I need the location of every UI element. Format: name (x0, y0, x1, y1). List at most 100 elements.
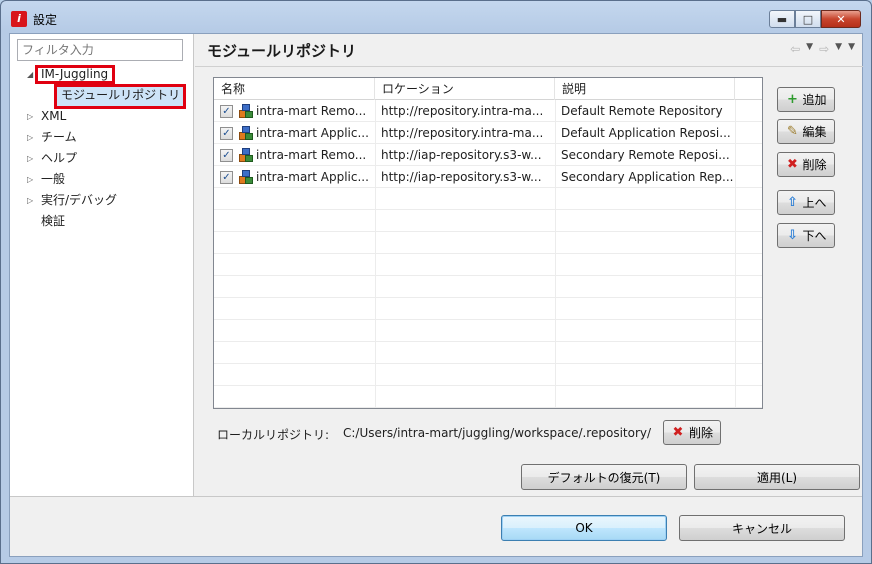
repository-name: intra-mart Remo... (256, 104, 367, 118)
tree-item-module-repository[interactable]: モジュールリポジトリ (10, 84, 194, 109)
tree-item-label: IM-Juggling (41, 67, 109, 81)
page-navigation: ⇦ ▼ ⇨ ▼ ▼ (790, 42, 855, 56)
tree-item-validation[interactable]: 検証 (10, 211, 194, 232)
expand-arrow-icon[interactable]: ◢ (27, 64, 33, 85)
repository-location: http://iap-repository.s3-w... (381, 148, 542, 162)
tree-item-label: 一般 (41, 172, 66, 186)
empty-row (214, 320, 762, 342)
forward-dropdown-icon[interactable]: ▼ (835, 42, 842, 56)
local-repository-label: ローカルリポジトリ: (217, 428, 330, 442)
title-separator (195, 66, 863, 67)
repository-table[interactable]: 名称 ロケーション 説明 ✓ intra-mart Remo... http:/… (213, 77, 763, 409)
forward-arrow-icon[interactable]: ⇨ (819, 42, 829, 56)
delete-local-repository-button[interactable]: ✖ 削除 (663, 420, 721, 445)
empty-row (214, 210, 762, 232)
preference-tree: ◢ IM-Juggling モジュールリポジトリ ▷ XML ▷ チーム ▷ ヘ… (10, 64, 194, 232)
empty-row (214, 386, 762, 408)
page-title: モジュールリポジトリ (207, 42, 356, 60)
window-controls: ▬ □ ✕ (769, 10, 861, 28)
button-bar-separator (10, 496, 862, 497)
add-button[interactable]: + 追加 (777, 87, 835, 112)
tree-item-label: チーム (41, 130, 77, 144)
restore-defaults-button[interactable]: デフォルトの復元(T) (521, 464, 687, 490)
empty-row (214, 232, 762, 254)
tree-item-label: XML (41, 109, 67, 123)
tree-item-help[interactable]: ▷ ヘルプ (10, 148, 194, 169)
local-repository-path: C:/Users/intra-mart/juggling/workspace/.… (343, 426, 652, 440)
tree-item-xml[interactable]: ▷ XML (10, 106, 194, 127)
tree-item-label: 検証 (41, 214, 66, 228)
title-bar[interactable]: i 設定 ▬ □ ✕ (1, 1, 871, 35)
window-title: 設定 (33, 13, 58, 27)
delete-button[interactable]: ✖ 削除 (777, 152, 835, 177)
column-header-location[interactable]: ロケーション (375, 78, 555, 100)
maximize-button[interactable]: □ (795, 10, 821, 28)
repository-name: intra-mart Remo... (256, 148, 367, 162)
delete-label: 削除 (688, 426, 713, 440)
x-icon: ✖ (672, 424, 684, 440)
tree-item-im-juggling[interactable]: ◢ IM-Juggling (10, 64, 194, 85)
collapse-arrow-icon[interactable]: ▷ (27, 148, 33, 169)
repository-location: http://iap-repository.s3-w... (381, 170, 542, 184)
repository-description: Default Application Reposi... (561, 126, 731, 140)
empty-row (214, 364, 762, 386)
collapse-arrow-icon[interactable]: ▷ (27, 127, 33, 148)
column-header-description[interactable]: 説明 (555, 78, 735, 100)
tree-item-general[interactable]: ▷ 一般 (10, 169, 194, 190)
add-label: 追加 (802, 93, 827, 107)
tree-item-run-debug[interactable]: ▷ 実行/デバッグ (10, 190, 194, 211)
module-repository-icon (238, 125, 254, 141)
ok-button[interactable]: OK (501, 515, 667, 541)
repository-checkbox[interactable]: ✓ (220, 127, 233, 140)
arrow-down-icon: ⇩ (787, 227, 798, 243)
move-up-label: 上へ (802, 196, 827, 210)
collapse-arrow-icon[interactable]: ▷ (27, 106, 33, 127)
empty-row (214, 276, 762, 298)
apply-button[interactable]: 適用(L) (694, 464, 860, 490)
module-repository-icon (238, 169, 254, 185)
repository-name: intra-mart Applic... (256, 170, 369, 184)
settings-window: i 設定 ▬ □ ✕ ◢ IM-Juggling モジュールリポジトリ (0, 0, 872, 564)
repository-location: http://repository.intra-ma... (381, 104, 544, 118)
repository-checkbox[interactable]: ✓ (220, 105, 233, 118)
close-icon: ✕ (836, 12, 846, 26)
view-menu-icon[interactable]: ▼ (848, 42, 855, 56)
back-dropdown-icon[interactable]: ▼ (806, 42, 813, 56)
move-down-label: 下へ (802, 229, 827, 243)
table-row[interactable]: ✓ intra-mart Applic... http://repository… (214, 122, 762, 144)
tree-item-team[interactable]: ▷ チーム (10, 127, 194, 148)
move-down-button[interactable]: ⇩ 下へ (777, 223, 835, 248)
pencil-icon: ✎ (787, 123, 798, 139)
table-row[interactable]: ✓ intra-mart Remo... http://repository.i… (214, 100, 762, 122)
maximize-icon: □ (802, 12, 814, 26)
close-button[interactable]: ✕ (821, 10, 861, 28)
table-row[interactable]: ✓ intra-mart Applic... http://iap-reposi… (214, 166, 762, 188)
table-row[interactable]: ✓ intra-mart Remo... http://iap-reposito… (214, 144, 762, 166)
collapse-arrow-icon[interactable]: ▷ (27, 190, 33, 211)
empty-row (214, 298, 762, 320)
move-up-button[interactable]: ⇧ 上へ (777, 190, 835, 215)
cancel-button[interactable]: キャンセル (679, 515, 845, 541)
module-repository-icon (238, 147, 254, 163)
repository-checkbox[interactable]: ✓ (220, 149, 233, 162)
repository-name: intra-mart Applic... (256, 126, 369, 140)
preference-page: モジュールリポジトリ ⇦ ▼ ⇨ ▼ ▼ 名称 ロケーション 説明 ✓ intr… (195, 34, 863, 496)
collapse-arrow-icon[interactable]: ▷ (27, 169, 33, 190)
repository-description: Secondary Remote Reposi... (561, 148, 730, 162)
x-icon: ✖ (787, 156, 798, 172)
table-header: 名称 ロケーション 説明 (214, 78, 762, 100)
edit-button[interactable]: ✎ 編集 (777, 119, 835, 144)
arrow-up-icon: ⇧ (787, 194, 798, 210)
minimize-icon: ▬ (776, 12, 788, 26)
delete-label: 削除 (802, 158, 827, 172)
filter-input[interactable] (17, 39, 183, 61)
repository-description: Default Remote Repository (561, 104, 723, 118)
repository-checkbox[interactable]: ✓ (220, 171, 233, 184)
column-header-name[interactable]: 名称 (214, 78, 375, 100)
tree-item-label: ヘルプ (41, 151, 78, 165)
edit-label: 編集 (802, 125, 827, 139)
empty-row (214, 254, 762, 276)
back-arrow-icon[interactable]: ⇦ (790, 42, 800, 56)
minimize-button[interactable]: ▬ (769, 10, 795, 28)
dialog-client: ◢ IM-Juggling モジュールリポジトリ ▷ XML ▷ チーム (9, 33, 863, 557)
